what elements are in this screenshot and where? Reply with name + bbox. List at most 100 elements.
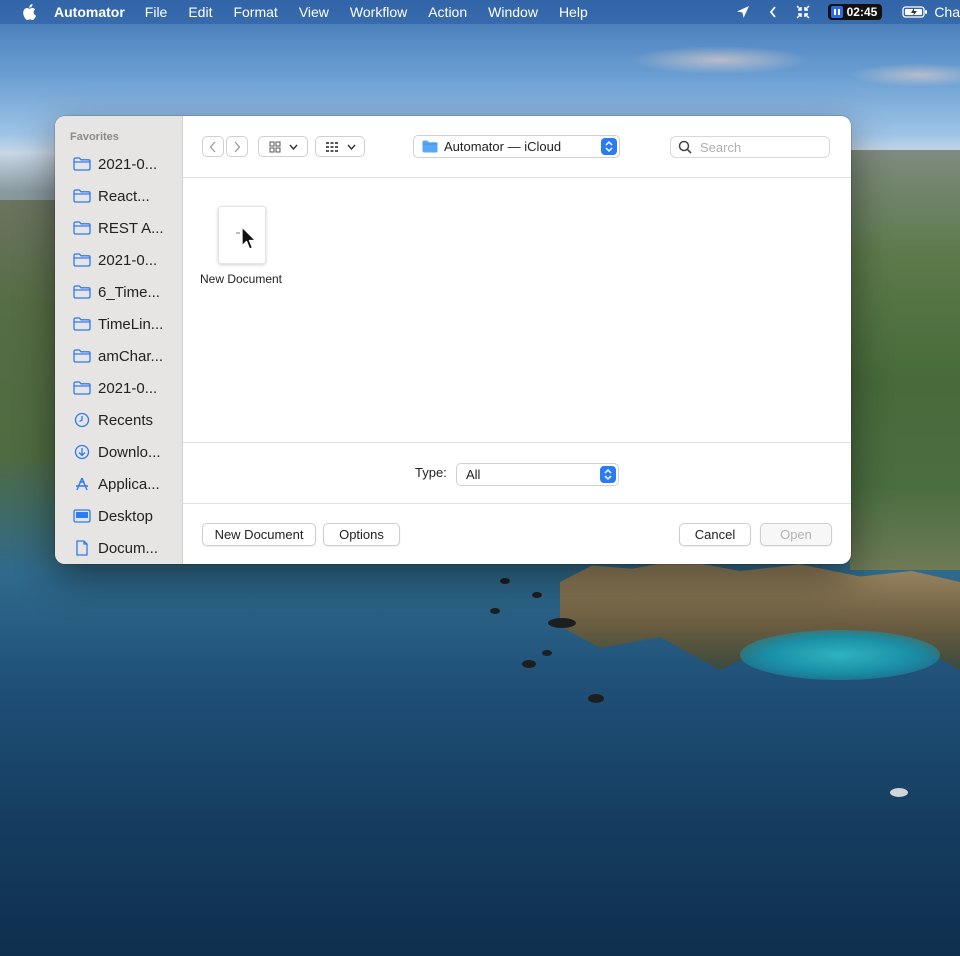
mouse-cursor-icon [241, 226, 257, 250]
sea-rock [522, 660, 536, 668]
folder-icon [73, 156, 91, 172]
sidebar-item-label: Applica... [98, 475, 160, 493]
battery-icon[interactable] [902, 5, 928, 19]
sidebar-item-folder-3[interactable]: REST A... [73, 213, 181, 243]
apple-icon[interactable] [22, 4, 36, 20]
sidebar-item-label: 2021-0... [98, 155, 158, 173]
icon-view-button[interactable] [258, 136, 308, 157]
sidebar-item-folder-6[interactable]: TimeLin... [73, 309, 181, 339]
folder-icon [73, 252, 91, 268]
folder-icon [422, 140, 438, 153]
pause-icon [830, 6, 843, 18]
boat [890, 788, 908, 797]
landscape-left [0, 200, 60, 460]
sidebar-item-label: 2021-0... [98, 251, 158, 269]
menu-window[interactable]: Window [488, 4, 538, 20]
type-popup[interactable]: All [456, 463, 619, 486]
folder-icon [73, 220, 91, 236]
sidebar-item-label: Recents [98, 411, 154, 429]
menu-view[interactable]: View [299, 4, 329, 20]
folder-icon [73, 188, 91, 204]
download-icon [73, 444, 91, 460]
menu-edit[interactable]: Edit [188, 4, 212, 20]
chevron-down-icon [288, 144, 298, 150]
battery-label: Cha [934, 4, 960, 20]
document-icon [73, 540, 91, 556]
folder-icon [73, 284, 91, 300]
sidebar-item-label: Downlo... [98, 443, 161, 461]
lagoon [740, 630, 940, 680]
sidebar-section-title: Favorites [70, 131, 119, 143]
location-arrow-icon[interactable] [735, 4, 751, 20]
group-button[interactable] [315, 136, 365, 157]
recording-clock[interactable]: 02:45 [827, 4, 883, 20]
menu-format[interactable]: Format [233, 4, 277, 20]
main-panel: Automator — iCloud New Document Type: Al… [183, 116, 851, 564]
folder-icon [73, 380, 91, 396]
updown-arrows-icon [601, 138, 617, 155]
sidebar-item-label: React... [98, 187, 150, 205]
chevron-down-icon [346, 144, 356, 150]
sea-rock [588, 694, 604, 703]
search-input[interactable] [698, 138, 822, 156]
forward-button[interactable] [226, 136, 248, 157]
sea-rock [542, 650, 552, 656]
grid-icon [269, 141, 280, 152]
type-selected: All [466, 467, 481, 482]
menu-workflow[interactable]: Workflow [350, 4, 407, 20]
sidebar-item-folder-5[interactable]: 6_Time... [73, 277, 181, 307]
chevron-left-icon[interactable] [768, 5, 778, 19]
chevron-left-icon [209, 141, 216, 152]
clock-icon [73, 412, 91, 428]
sidebar-item-label: Desktop [98, 507, 154, 525]
sidebar-item-applications[interactable]: Applica... [73, 469, 181, 499]
location-label: Automator — iCloud [444, 139, 562, 154]
sea-rock [500, 578, 510, 584]
type-row: Type: All [183, 442, 851, 504]
collapse-arrows-icon[interactable] [795, 4, 811, 20]
file-browser: New Document [183, 178, 851, 442]
new-document-button[interactable]: New Document [202, 523, 316, 546]
sidebar-item-folder-2[interactable]: React... [73, 181, 181, 211]
landscape-right [850, 150, 960, 570]
new-document-label[interactable]: New Document [191, 272, 291, 286]
sidebar: Favorites 2021-0... React... REST A... 2… [55, 116, 183, 564]
sidebar-item-folder-8[interactable]: 2021-0... [73, 373, 181, 403]
sidebar-item-folder-4[interactable]: 2021-0... [73, 245, 181, 275]
sidebar-item-label: 6_Time... [98, 283, 160, 301]
sidebar-item-folder-1[interactable]: 2021-0... [73, 149, 181, 179]
open-button[interactable]: Open [760, 523, 832, 546]
cancel-button[interactable]: Cancel [679, 523, 751, 546]
location-popup[interactable]: Automator — iCloud [413, 135, 620, 158]
options-button[interactable]: Options [323, 523, 400, 546]
search-icon [678, 140, 692, 154]
menu-file[interactable]: File [145, 4, 168, 20]
menu-help[interactable]: Help [559, 4, 588, 20]
sidebar-item-documents[interactable]: Docum... [73, 533, 181, 563]
folder-icon [73, 348, 91, 364]
sidebar-item-label: REST A... [98, 219, 164, 237]
sidebar-item-folder-7[interactable]: amChar... [73, 341, 181, 371]
type-label: Type: [415, 465, 447, 480]
folder-icon [73, 316, 91, 332]
group-grid-icon [325, 141, 338, 152]
chevron-right-icon [234, 141, 241, 152]
sea-rock [490, 608, 500, 614]
sidebar-item-desktop[interactable]: Desktop [73, 501, 181, 531]
sidebar-item-label: Docum... [98, 539, 159, 557]
desktop-icon [73, 508, 91, 524]
applications-icon [73, 476, 91, 492]
back-button[interactable] [202, 136, 224, 157]
sidebar-item-label: amChar... [98, 347, 164, 365]
sidebar-item-label: TimeLin... [98, 315, 164, 333]
sidebar-item-label: 2021-0... [98, 379, 158, 397]
toolbar: Automator — iCloud [183, 116, 851, 178]
menu-app-name[interactable]: Automator [54, 4, 125, 20]
menu-bar: Automator File Edit Format View Workflow… [0, 0, 960, 24]
updown-arrows-icon [600, 466, 616, 483]
sidebar-item-recents[interactable]: Recents [73, 405, 181, 435]
sidebar-item-downloads[interactable]: Downlo... [73, 437, 181, 467]
menu-action[interactable]: Action [428, 4, 467, 20]
nav-buttons [202, 136, 250, 157]
search-field[interactable] [670, 136, 830, 158]
